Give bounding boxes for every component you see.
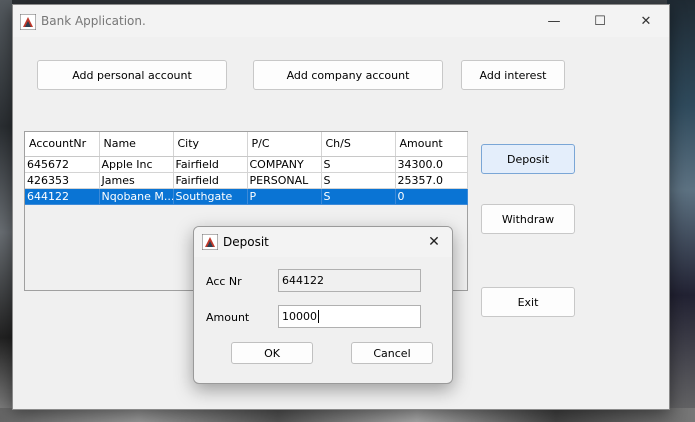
add-interest-button[interactable]: Add interest <box>461 60 565 90</box>
cell-city: Fairfield <box>173 172 248 189</box>
acc-nr-value: 644122 <box>282 274 324 287</box>
add-personal-account-button[interactable]: Add personal account <box>37 60 227 90</box>
deposit-button[interactable]: Deposit <box>481 144 575 174</box>
cell-pc: PERSONAL <box>247 172 322 189</box>
cell-name: Apple Inc <box>99 156 174 173</box>
column-header-pc[interactable]: P/C <box>247 132 322 157</box>
java-app-icon <box>20 14 36 30</box>
title-bar[interactable]: Bank Application. — ☐ ✕ <box>13 5 669 37</box>
desktop-background-left <box>0 0 12 422</box>
cell-accountnr: 645672 <box>25 156 100 173</box>
cell-accountnr: 426353 <box>25 172 100 189</box>
cell-amount: 34300.0 <box>395 156 468 173</box>
cell-city: Southgate <box>173 188 248 205</box>
cancel-button[interactable]: Cancel <box>351 342 433 364</box>
dialog-title: Deposit <box>223 235 269 249</box>
cell-name: Nqobane M... <box>99 188 174 205</box>
acc-nr-field: 644122 <box>278 269 421 292</box>
acc-nr-label: Acc Nr <box>206 275 242 288</box>
accounts-table[interactable]: AccountNr Name City P/C Ch/S Amount 6456… <box>25 132 468 205</box>
table-row[interactable]: 645672 Apple Inc Fairfield COMPANY S 343… <box>25 156 468 173</box>
column-header-amount[interactable]: Amount <box>395 132 468 157</box>
desktop-background-right <box>667 0 695 422</box>
cell-chs: S <box>321 172 396 189</box>
cell-city: Fairfield <box>173 156 248 173</box>
column-header-city[interactable]: City <box>173 132 248 157</box>
minimize-button[interactable]: — <box>531 5 577 37</box>
cell-chs: S <box>321 156 396 173</box>
maximize-button[interactable]: ☐ <box>577 5 623 37</box>
java-app-icon <box>202 234 218 250</box>
withdraw-button[interactable]: Withdraw <box>481 204 575 234</box>
cell-chs: S <box>321 188 396 205</box>
table-header-row: AccountNr Name City P/C Ch/S Amount <box>25 132 468 157</box>
column-header-name[interactable]: Name <box>99 132 174 157</box>
table-row[interactable]: 426353 James Fairfield PERSONAL S 25357.… <box>25 172 468 189</box>
text-caret <box>318 310 319 323</box>
cell-pc: P <box>247 188 322 205</box>
desktop-background-bottom <box>0 408 695 422</box>
close-icon: ✕ <box>428 234 440 250</box>
cell-pc: COMPANY <box>247 156 322 173</box>
exit-button[interactable]: Exit <box>481 287 575 317</box>
cell-name: James <box>99 172 174 189</box>
ok-button[interactable]: OK <box>231 342 313 364</box>
cell-accountnr: 644122 <box>25 188 100 205</box>
deposit-dialog: Deposit ✕ Acc Nr 644122 Amount 10000 OK … <box>193 226 453 384</box>
dialog-title-bar[interactable]: Deposit ✕ <box>194 227 452 257</box>
column-header-accountnr[interactable]: AccountNr <box>25 132 100 157</box>
dialog-close-button[interactable]: ✕ <box>422 231 446 253</box>
amount-input[interactable]: 10000 <box>278 305 421 328</box>
column-header-chs[interactable]: Ch/S <box>321 132 396 157</box>
add-company-account-button[interactable]: Add company account <box>253 60 443 90</box>
cell-amount: 25357.0 <box>395 172 468 189</box>
amount-value: 10000 <box>282 310 317 323</box>
amount-label: Amount <box>206 311 250 324</box>
cell-amount: 0 <box>395 188 468 205</box>
window-title: Bank Application. <box>41 14 146 28</box>
close-button[interactable]: ✕ <box>623 5 669 37</box>
table-row-selected[interactable]: 644122 Nqobane M... Southgate P S 0 <box>25 188 468 205</box>
